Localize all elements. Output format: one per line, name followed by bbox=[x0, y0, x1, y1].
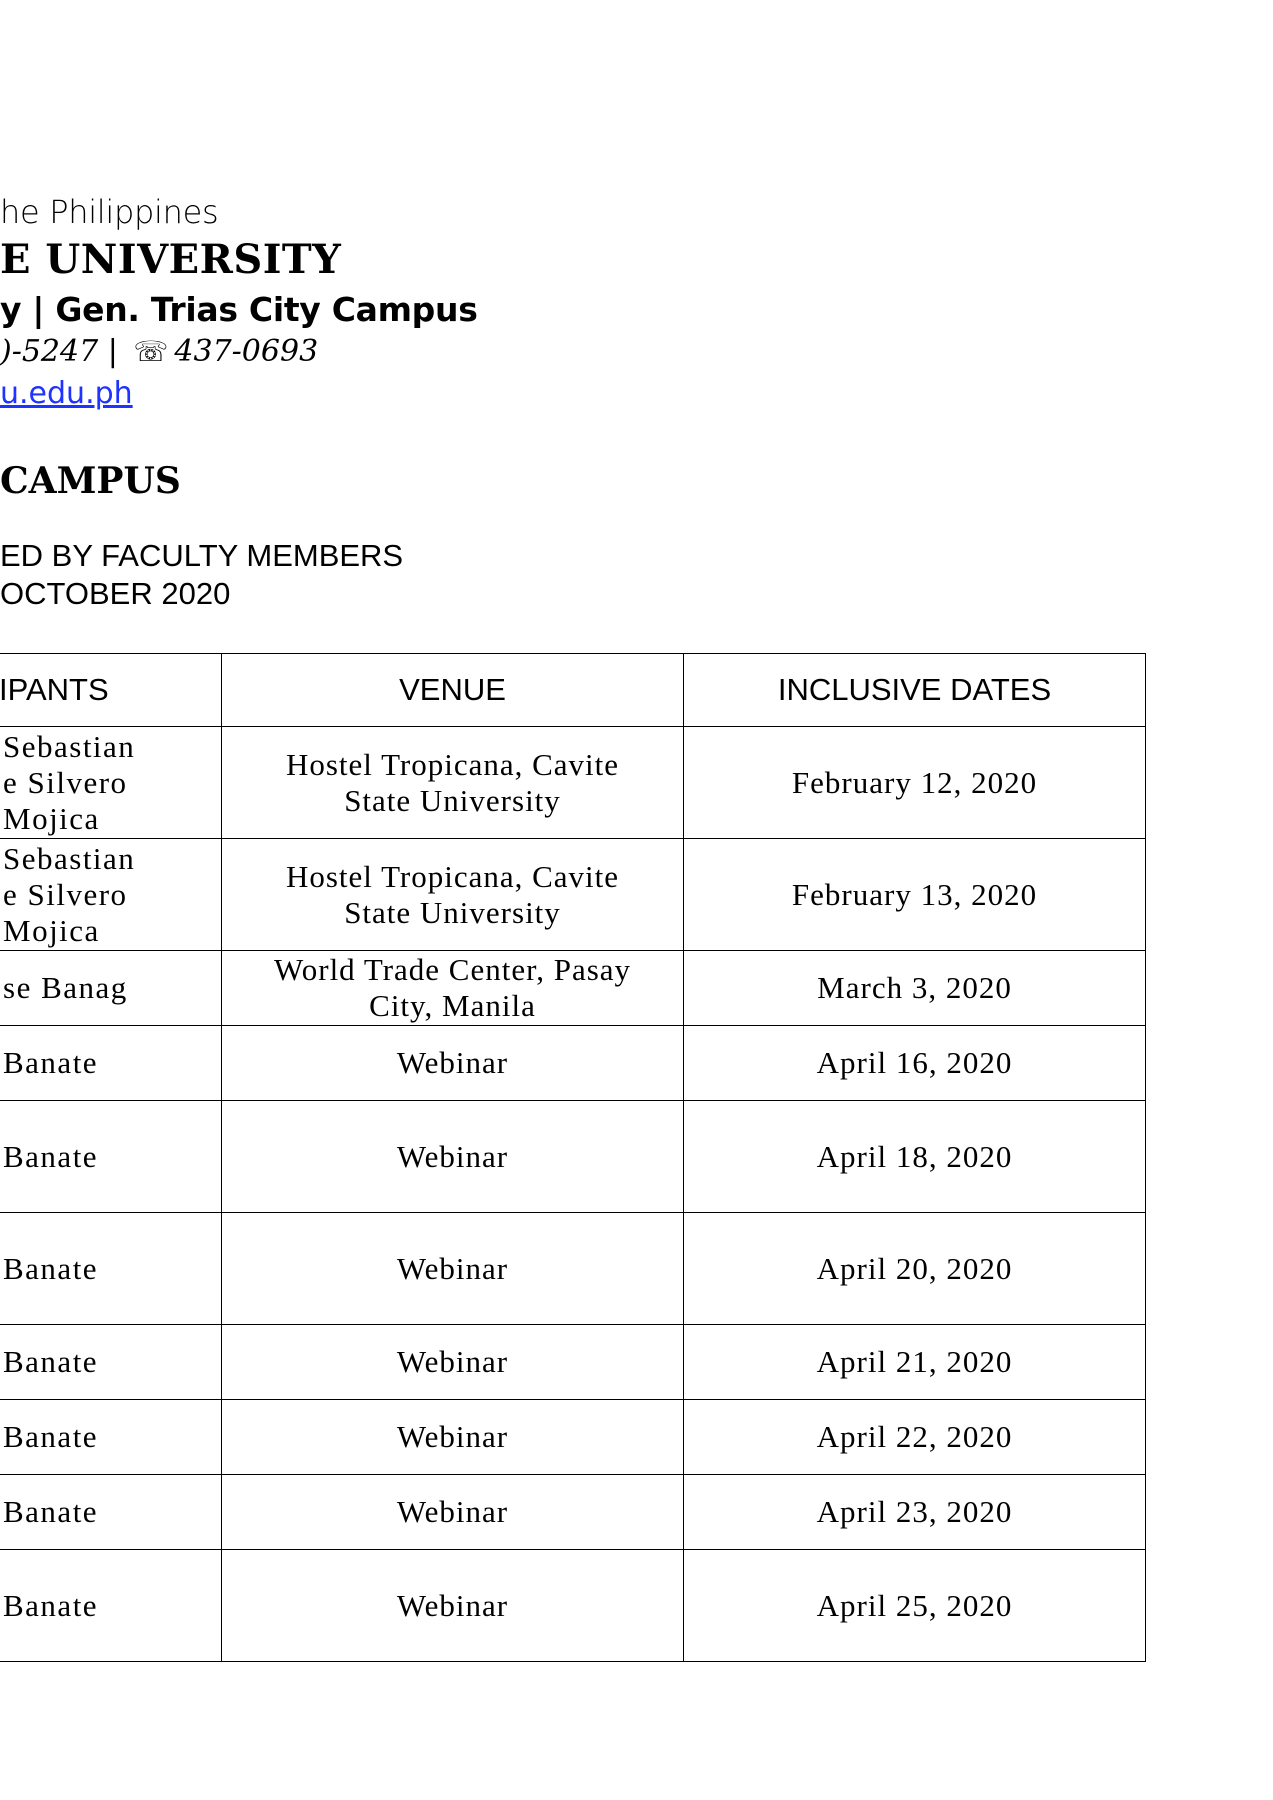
venue-cell: World Trade Center, Pasay City, Manila bbox=[221, 950, 684, 1026]
venue-text: Webinar bbox=[396, 1045, 509, 1080]
participant-name: Banate bbox=[3, 1138, 99, 1174]
participant-name: Sebastian bbox=[3, 840, 136, 876]
venue-text: State University bbox=[344, 782, 561, 818]
participants-cell: Banate bbox=[0, 1025, 222, 1101]
participants-cell: Banate bbox=[0, 1549, 222, 1662]
date-cell: March 3, 2020 bbox=[683, 950, 1146, 1026]
venue-text: Webinar bbox=[396, 1587, 509, 1623]
table-row: Banate Webinar April 20, 2020 bbox=[0, 1212, 1146, 1325]
header-venue: VENUE bbox=[221, 653, 684, 727]
venue-cell: Webinar bbox=[221, 1100, 684, 1213]
venue-text: Webinar bbox=[396, 1250, 509, 1286]
venue-text: State University bbox=[344, 894, 561, 930]
table-row: Banate Webinar April 23, 2020 bbox=[0, 1474, 1146, 1550]
venue-cell: Webinar bbox=[221, 1324, 684, 1400]
participant-name: e Silvero bbox=[3, 764, 128, 800]
participant-name: Sebastian bbox=[3, 728, 136, 764]
participants-cell: Sebastian e Silvero Mojica bbox=[0, 838, 222, 951]
venue-cell: Webinar bbox=[221, 1474, 684, 1550]
table-row: Sebastian e Silvero Mojica Hostel Tropican… bbox=[0, 838, 1146, 951]
venue-cell: Webinar bbox=[221, 1025, 684, 1101]
date-cell: April 23, 2020 bbox=[683, 1474, 1146, 1550]
venue-cell: Hostel Tropicana, Cavite State University bbox=[221, 838, 684, 951]
participants-cell: Banate bbox=[0, 1399, 222, 1475]
participants-cell: Sebastian e Silvero Mojica bbox=[0, 726, 222, 839]
telephone-icon: ☏ bbox=[133, 335, 169, 368]
participant-name: Banate bbox=[3, 1045, 99, 1080]
venue-text: Webinar bbox=[396, 1344, 509, 1379]
participant-name: Mojica bbox=[3, 800, 100, 836]
venue-cell: Webinar bbox=[221, 1399, 684, 1475]
participant-name: se Banag bbox=[3, 970, 128, 1005]
contact-number-right: 437-0693 bbox=[174, 334, 319, 369]
date-cell: April 18, 2020 bbox=[683, 1100, 1146, 1213]
participants-cell: Banate bbox=[0, 1324, 222, 1400]
attendance-table: IPANTS VENUE INCLUSIVE DATES Sebastian e … bbox=[0, 653, 1146, 1662]
date-cell: April 25, 2020 bbox=[683, 1549, 1146, 1662]
campus-title: CAMPUS bbox=[0, 460, 181, 502]
header-dates: INCLUSIVE DATES bbox=[683, 653, 1146, 727]
participant-name: e Silvero bbox=[3, 876, 128, 912]
table-header-row: IPANTS VENUE INCLUSIVE DATES bbox=[0, 653, 1146, 727]
participants-cell: Banate bbox=[0, 1212, 222, 1325]
venue-cell: Hostel Tropicana, Cavite State University bbox=[221, 726, 684, 839]
venue-cell: Webinar bbox=[221, 1212, 684, 1325]
campus-line: y | Gen. Trias City Campus bbox=[0, 290, 478, 329]
date-cell: April 22, 2020 bbox=[683, 1399, 1146, 1475]
contact-number-left: )-5247 bbox=[0, 334, 99, 369]
participants-cell: Banate bbox=[0, 1100, 222, 1213]
contact-separator: | bbox=[98, 334, 128, 369]
date-cell: April 20, 2020 bbox=[683, 1212, 1146, 1325]
country-line: he Philippines bbox=[0, 193, 219, 231]
date-cell: February 13, 2020 bbox=[683, 838, 1146, 951]
participant-name: Banate bbox=[3, 1250, 99, 1286]
venue-text: Webinar bbox=[396, 1494, 509, 1529]
header-participants: IPANTS bbox=[0, 653, 222, 727]
website-link[interactable]: u.edu.ph bbox=[0, 376, 133, 411]
table-row: se Banag World Trade Center, Pasay City, M… bbox=[0, 950, 1146, 1026]
table-row: Banate Webinar April 22, 2020 bbox=[0, 1399, 1146, 1475]
university-name: E UNIVERSITY bbox=[0, 236, 342, 283]
table-row: Banate Webinar April 21, 2020 bbox=[0, 1324, 1146, 1400]
participant-name: Banate bbox=[3, 1344, 99, 1379]
participants-cell: Banate bbox=[0, 1474, 222, 1550]
table-row: Sebastian e Silvero Mojica Hostel Tropican… bbox=[0, 726, 1146, 839]
date-cell: April 21, 2020 bbox=[683, 1324, 1146, 1400]
table-row: Banate Webinar April 25, 2020 bbox=[0, 1549, 1146, 1662]
participant-name: Banate bbox=[3, 1419, 99, 1454]
participant-name: Banate bbox=[3, 1494, 99, 1529]
participants-cell: se Banag bbox=[0, 950, 222, 1026]
report-subtitle: ED BY FACULTY MEMBERS bbox=[0, 538, 404, 573]
contact-line: )-5247 | ☏ 437-0693 bbox=[0, 334, 318, 369]
venue-text: Hostel Tropicana, Cavite bbox=[285, 746, 620, 782]
report-period: OCTOBER 2020 bbox=[0, 576, 231, 611]
date-cell: April 16, 2020 bbox=[683, 1025, 1146, 1101]
table-row: Banate Webinar April 18, 2020 bbox=[0, 1100, 1146, 1213]
venue-text: Webinar bbox=[396, 1138, 509, 1174]
venue-text: World Trade Center, Pasay bbox=[273, 952, 632, 987]
table-row: Banate Webinar April 16, 2020 bbox=[0, 1025, 1146, 1101]
venue-text: Webinar bbox=[396, 1419, 509, 1454]
participant-name: Banate bbox=[3, 1587, 99, 1623]
venue-text: City, Manila bbox=[369, 988, 536, 1023]
venue-text: Hostel Tropicana, Cavite bbox=[285, 858, 620, 894]
date-cell: February 12, 2020 bbox=[683, 726, 1146, 839]
venue-cell: Webinar bbox=[221, 1549, 684, 1662]
participant-name: Mojica bbox=[3, 912, 100, 948]
